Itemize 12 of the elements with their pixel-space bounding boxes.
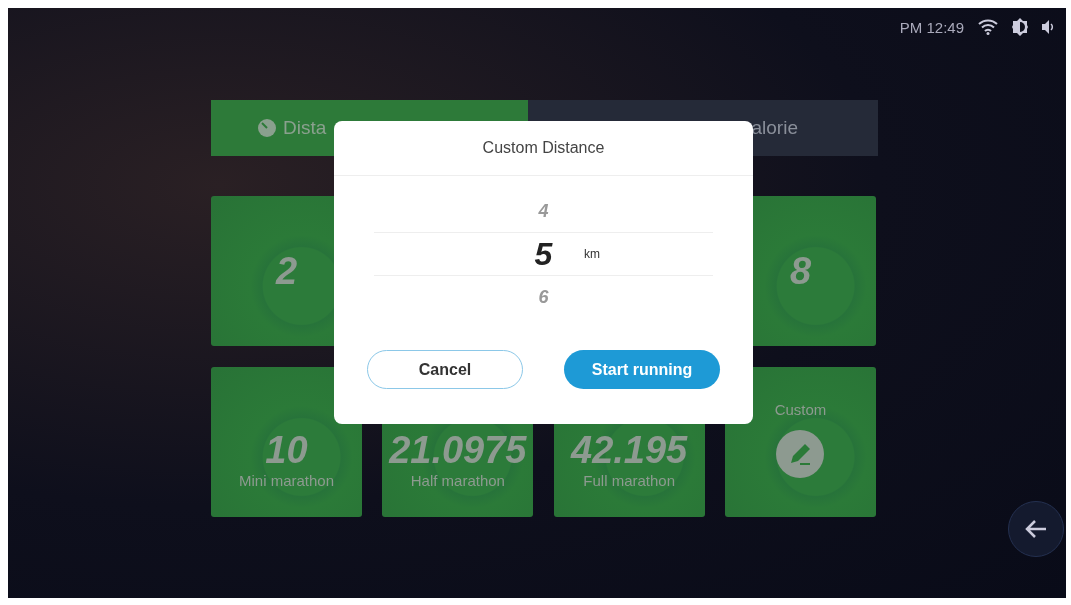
distance-value: 21.0975 [389, 429, 527, 472]
unit-label: km [584, 247, 600, 261]
tile-caption: Half marathon [410, 472, 505, 489]
status-time: PM 12:49 [899, 18, 964, 36]
distance-value: 2 [275, 249, 298, 293]
tile-caption: Full marathon [583, 472, 675, 489]
distance-value: 10 [265, 429, 308, 472]
tile-caption: Mini marathon [238, 472, 334, 489]
distance-value: 42.195 [571, 429, 688, 472]
dialog-title: Custom Distance [334, 121, 753, 176]
distance-value: 8 [789, 249, 812, 293]
tile-caption: Custom [774, 401, 827, 418]
